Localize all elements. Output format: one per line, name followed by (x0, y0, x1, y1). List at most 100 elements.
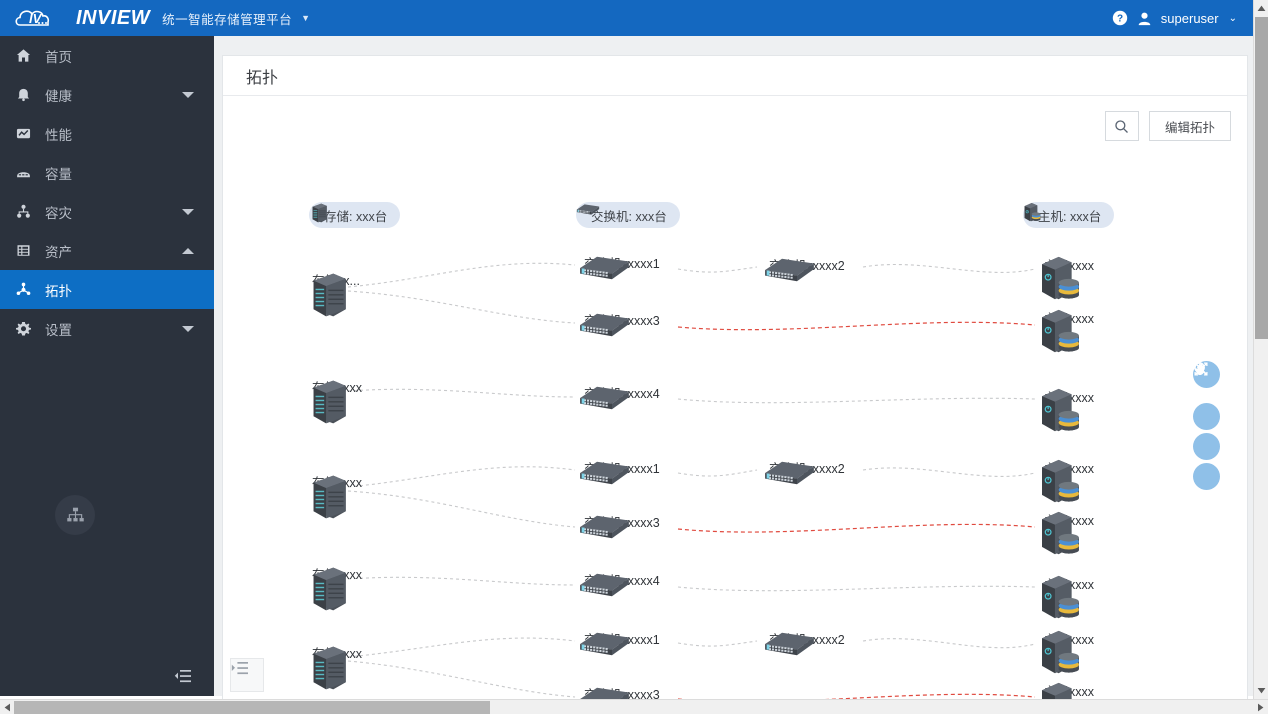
cloud-logo-icon: IV (15, 10, 50, 26)
fit-screen-button[interactable] (1193, 362, 1220, 490)
capacity-icon (16, 165, 36, 180)
user-name[interactable]: superuser (1161, 11, 1219, 26)
switch-icon (578, 684, 631, 699)
zoom-controls (1193, 361, 1220, 490)
switch-node[interactable]: 交换机xxxxx1 (578, 458, 660, 477)
storage-node[interactable]: 存储xxxx (306, 377, 362, 396)
sidebar-item-disaster-recovery[interactable]: 容灾 (0, 192, 214, 231)
chevron-down-icon[interactable] (182, 208, 194, 215)
sidebar-item-health[interactable]: 健康 (0, 75, 214, 114)
scroll-left-arrow[interactable] (0, 700, 15, 714)
switch-node[interactable]: 交换机xxxxx4 (578, 383, 660, 402)
switch-icon (578, 570, 631, 600)
topology-canvas[interactable]: 存储: xxx台 交换机: xxx台 主机: xxx台 (223, 97, 1247, 699)
sidebar-item-assets[interactable]: 资产 (0, 231, 214, 270)
switch-icon (763, 255, 816, 285)
host-node[interactable]: 主机xxxx (1038, 458, 1094, 477)
sidebar-item-topology[interactable]: 拓扑 (0, 270, 214, 309)
switch-node[interactable]: 交换机xxxxx3 (578, 684, 660, 699)
sidebar: 首页 健康 性能 容量 容灾 资产 拓扑 设置 (0, 36, 214, 696)
host-node[interactable]: 主机xxxx (1038, 629, 1094, 648)
host-node[interactable]: 主机xxxx (1038, 510, 1094, 529)
hierarchy-icon (66, 507, 84, 521)
switch-node[interactable]: 交换机xxxxx2 (763, 458, 845, 477)
topology-icon (16, 282, 36, 297)
top-header: IV INVIEW 统一智能存储管理平台 ▼ ? superuser ⌄ (0, 0, 1253, 36)
storage-icon (306, 643, 348, 693)
help-circle-icon[interactable]: ? (1112, 10, 1128, 26)
zoom-in-button[interactable] (1193, 362, 1220, 460)
switch-node[interactable]: 交换机xxxxx4 (578, 570, 660, 589)
chevron-down-icon[interactable] (182, 91, 194, 98)
svg-text:?: ? (1117, 14, 1123, 25)
legend-chip-storage[interactable]: 存储: xxx台 (309, 202, 401, 228)
sidebar-item-settings[interactable]: 设置 (0, 309, 214, 348)
host-node[interactable]: 主机xxxx (1038, 255, 1094, 274)
vertical-scrollbar[interactable] (1253, 0, 1268, 699)
scroll-up-arrow[interactable] (1254, 0, 1268, 17)
sidebar-item-performance[interactable]: 性能 (0, 114, 214, 153)
hierarchy-fab-button[interactable] (55, 495, 95, 535)
disaster-icon (16, 204, 36, 219)
legend-chip-label: 主机: xxx台 (1038, 209, 1102, 224)
brand-subtitle: 统一智能存储管理平台 (162, 12, 293, 27)
storage-icon (306, 377, 348, 427)
switch-node[interactable]: 交换机xxxxx3 (578, 310, 660, 329)
sidebar-item-capacity[interactable]: 容量 (0, 153, 214, 192)
host-node[interactable]: 主机xxxx (1038, 574, 1094, 593)
chevron-down-icon[interactable] (182, 325, 194, 332)
assets-icon (16, 243, 36, 258)
host-node[interactable]: 主机xxxx (1038, 681, 1094, 699)
horizontal-scrollbar[interactable] (0, 699, 1268, 714)
fit-screen-icon (1194, 362, 1208, 376)
storage-icon (306, 564, 348, 614)
switch-icon (578, 253, 631, 283)
alert-links (677, 321, 1036, 699)
panel-list-icon (231, 662, 248, 675)
panel-toggle-button[interactable] (230, 658, 264, 692)
horizontal-scrollbar-thumb[interactable] (14, 701, 490, 714)
collapse-list-icon (174, 670, 191, 683)
host-icon (1038, 308, 1083, 356)
switch-node[interactable]: 交换机xxxxx2 (763, 629, 845, 648)
scroll-down-arrow[interactable] (1254, 682, 1268, 699)
legend-chip-label: 存储: xxx台 (324, 209, 388, 224)
settings-gear-icon (16, 321, 36, 336)
main-content: 拓扑 编辑拓扑 存储: xxx台 交换机: xxx台 主机: xxx台 (214, 36, 1253, 700)
vertical-scrollbar-thumb[interactable] (1255, 17, 1268, 339)
brand-logo[interactable]: IV INVIEW 统一智能存储管理平台 ▼ (0, 5, 310, 31)
sidebar-item-home[interactable]: 首页 (0, 36, 214, 75)
sidebar-item-label: 健康 (45, 88, 72, 104)
host-icon (1038, 574, 1083, 622)
host-node[interactable]: 主机xxxx (1038, 308, 1094, 327)
switch-node[interactable]: 交换机xxxxx3 (578, 512, 660, 531)
storage-node[interactable]: 存储xxxx (306, 472, 362, 491)
sidebar-item-label: 资产 (45, 244, 72, 260)
brand-chevron-down-icon[interactable]: ▼ (301, 13, 310, 23)
performance-icon (16, 126, 36, 141)
legend-chip-switch[interactable]: 交换机: xxx台 (576, 202, 680, 228)
page-card: 拓扑 编辑拓扑 存储: xxx台 交换机: xxx台 主机: xxx台 (222, 55, 1248, 700)
storage-node[interactable]: 存储xxxx (306, 643, 362, 662)
user-chevron-down-icon[interactable]: ⌄ (1229, 13, 1237, 24)
svg-text:IV: IV (29, 11, 43, 26)
brand-name: INVIEW (76, 6, 151, 29)
switch-node[interactable]: 交换机xxxxx1 (578, 253, 660, 272)
host-icon (1038, 387, 1083, 435)
chevron-up-icon[interactable] (182, 247, 194, 254)
legend-chip-host[interactable]: 主机: xxx台 (1023, 202, 1115, 228)
switch-icon (578, 512, 631, 542)
storage-icon (306, 472, 348, 522)
switch-node[interactable]: 交换机xxxxx1 (578, 629, 660, 648)
zoom-out-button[interactable] (1193, 362, 1220, 430)
switch-node[interactable]: 交换机xxxxx2 (763, 255, 845, 274)
home-icon (16, 48, 36, 63)
sidebar-item-label: 拓扑 (45, 283, 72, 299)
user-icon[interactable] (1137, 11, 1152, 26)
host-node[interactable]: 主机xxxx (1038, 387, 1094, 406)
storage-node[interactable]: 存储xx... (306, 270, 360, 289)
host-icon (1038, 255, 1083, 303)
storage-node[interactable]: 存储xxxx (306, 564, 362, 583)
scroll-right-arrow[interactable] (1253, 700, 1268, 714)
sidebar-collapse-button[interactable] (0, 656, 214, 696)
